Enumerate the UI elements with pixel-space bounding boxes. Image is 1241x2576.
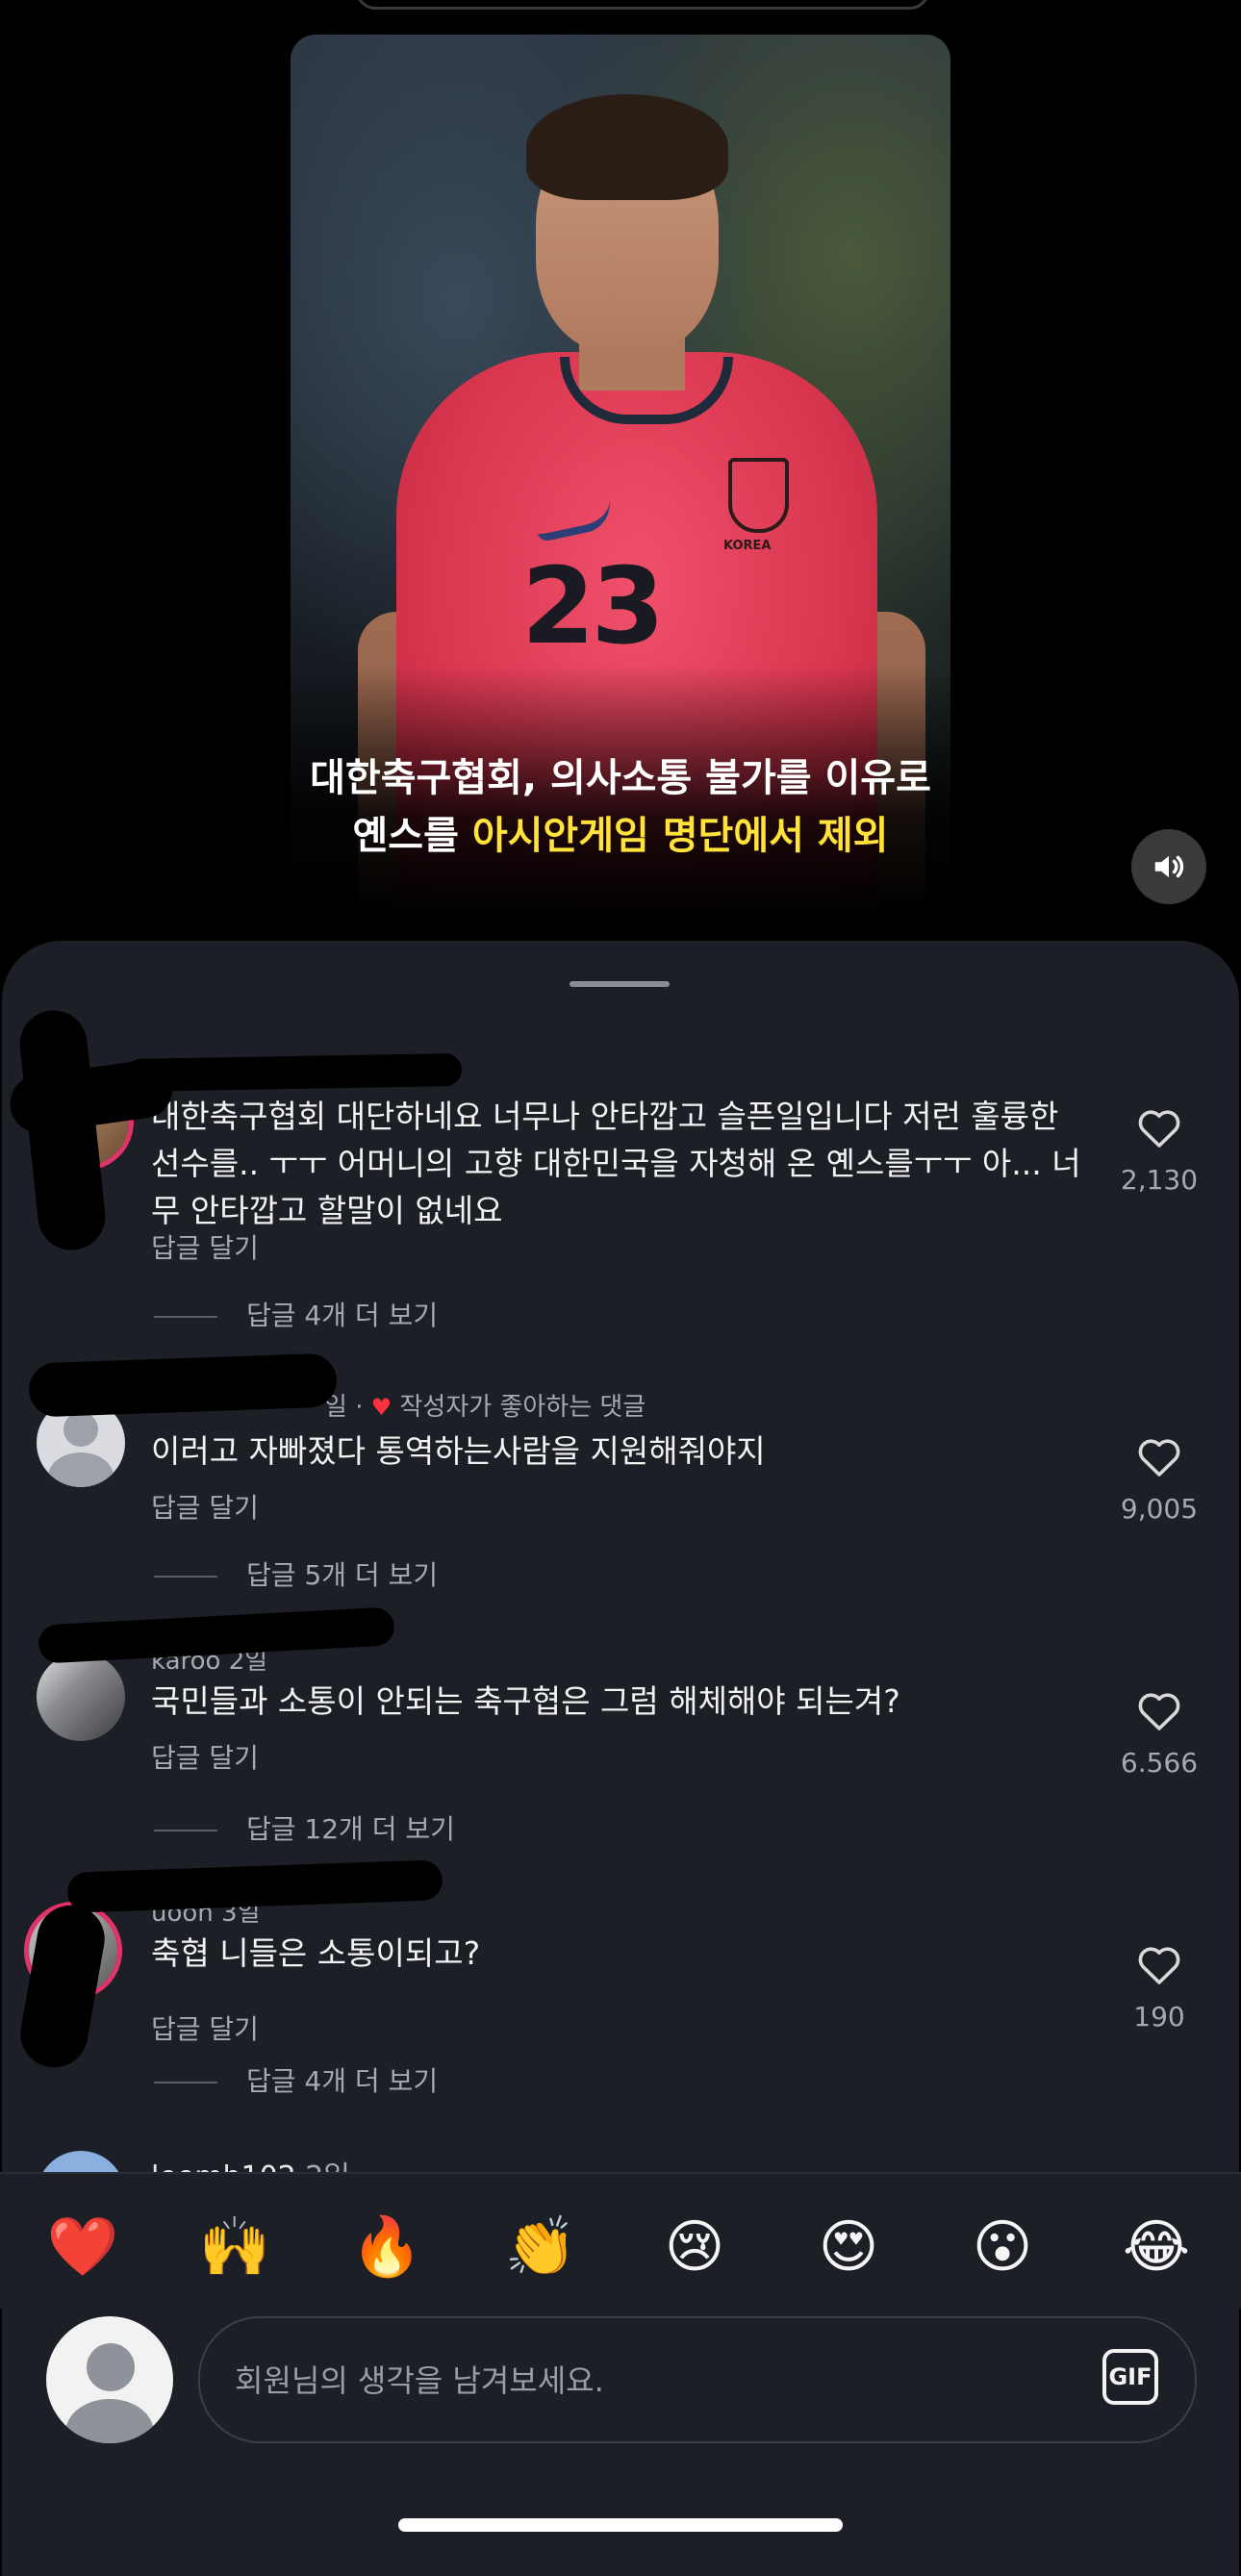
reply-button[interactable]: 답글 달기 [151, 1227, 259, 1266]
like-control[interactable]: 6.566 [1106, 1689, 1212, 1779]
like-count: 2,130 [1120, 1164, 1199, 1196]
view-more-replies[interactable]: 답글 12개 더 보기 [154, 1808, 455, 1847]
my-avatar[interactable] [46, 2316, 173, 2443]
emoji-crying[interactable]: 😢 [656, 2209, 733, 2286]
headline-line-1: 대한축구협회, 의사소통 불가를 이유로 [310, 756, 931, 800]
sound-toggle-button[interactable] [1131, 829, 1206, 904]
emoji-reaction-bar: ❤️ 🙌 🔥 👏 😢 😍 😮 😂 [0, 2172, 1241, 2309]
reply-button[interactable]: 답글 달기 [151, 1737, 259, 1776]
reply-button[interactable]: 답글 달기 [151, 1487, 259, 1526]
like-control[interactable]: 190 [1106, 1943, 1212, 2033]
heart-outline-icon [1138, 1110, 1180, 1148]
home-indicator[interactable] [398, 2518, 843, 2532]
sheet-grabber[interactable] [570, 981, 670, 987]
gif-button[interactable]: GIF [1102, 2349, 1158, 2405]
kfa-crest [728, 458, 789, 533]
emoji-clap[interactable]: 👏 [502, 2209, 579, 2286]
view-more-replies[interactable]: 답글 5개 더 보기 [154, 1554, 438, 1593]
comment-text: 국민들과 소통이 안되는 축구협은 그럼 해체해야 되는겨? [151, 1682, 900, 1720]
heart-outline-icon [1138, 1439, 1180, 1477]
comment-text: 이러고 자빠졌다 통역하는사람을 지원해줘야지 [151, 1432, 766, 1470]
default-avatar-icon [87, 2343, 135, 2391]
emoji-surprised[interactable]: 😮 [964, 2209, 1041, 2286]
redaction-scribble [28, 1352, 338, 1418]
video-headline: 대한축구협회, 의사소통 불가를 이유로 옌스를 아시안게임 명단에서 제외 [291, 749, 950, 865]
avatar[interactable] [37, 1653, 125, 1741]
liked-by-creator-text: 작성자가 좋아하는 댓글 [399, 1393, 646, 1422]
shirt-number: 23 [521, 544, 665, 668]
redaction-scribble [124, 1052, 463, 1093]
reel-video[interactable]: KOREA 23 대한축구협회, 의사소통 불가를 이유로 옌스를 아시안게임 … [291, 35, 950, 916]
like-control[interactable]: 2,130 [1106, 1106, 1212, 1196]
comment-text: 축협 니들은 소통이되고? [151, 1934, 481, 1972]
like-count: 6.566 [1120, 1747, 1199, 1779]
heart-outline-icon [1138, 1693, 1180, 1730]
comment-placeholder: 회원님의 생각을 남겨보세요. [235, 2362, 604, 2399]
view-more-replies[interactable]: 답글 4개 더 보기 [154, 2060, 438, 2099]
emoji-heart[interactable]: ❤️ [44, 2209, 121, 2286]
like-control[interactable]: 9,005 [1106, 1435, 1212, 1525]
comment-text: 대한축구협회 대단하네요 너무나 안타깝고 슬픈일입니다 저런 훌륭한 선수를.… [151, 1098, 1081, 1229]
player-hair [526, 94, 728, 200]
shirt-korea-text: KOREA [723, 539, 772, 553]
top-pill [356, 0, 929, 10]
headline-line-2: 옌스를 아시안게임 명단에서 제외 [291, 807, 950, 865]
headline-white: 옌스를 [352, 814, 472, 858]
default-avatar-icon [63, 1412, 98, 1447]
like-count: 9,005 [1120, 1493, 1199, 1525]
default-avatar-body [65, 2399, 154, 2443]
liked-by-creator-badge: · ♥ 작성자가 좋아하는 댓글 [355, 1393, 646, 1422]
heart-outline-icon [1138, 1947, 1180, 1984]
view-more-replies[interactable]: 답글 4개 더 보기 [154, 1295, 438, 1333]
like-count: 190 [1133, 2001, 1185, 2033]
speaker-icon [1154, 855, 1184, 878]
emoji-fire[interactable]: 🔥 [348, 2209, 425, 2286]
reply-button[interactable]: 답글 달기 [151, 2008, 259, 2047]
comment-input[interactable]: 회원님의 생각을 남겨보세요. GIF [198, 2316, 1197, 2443]
red-heart-icon: ♥ [370, 1394, 393, 1421]
default-avatar-body [48, 1452, 114, 1487]
emoji-laughing[interactable]: 😂 [1118, 2209, 1195, 2286]
headline-highlight: 아시안게임 명단에서 제외 [471, 814, 889, 858]
emoji-raised-hands[interactable]: 🙌 [196, 2209, 273, 2286]
emoji-heart-eyes[interactable]: 😍 [810, 2209, 887, 2286]
